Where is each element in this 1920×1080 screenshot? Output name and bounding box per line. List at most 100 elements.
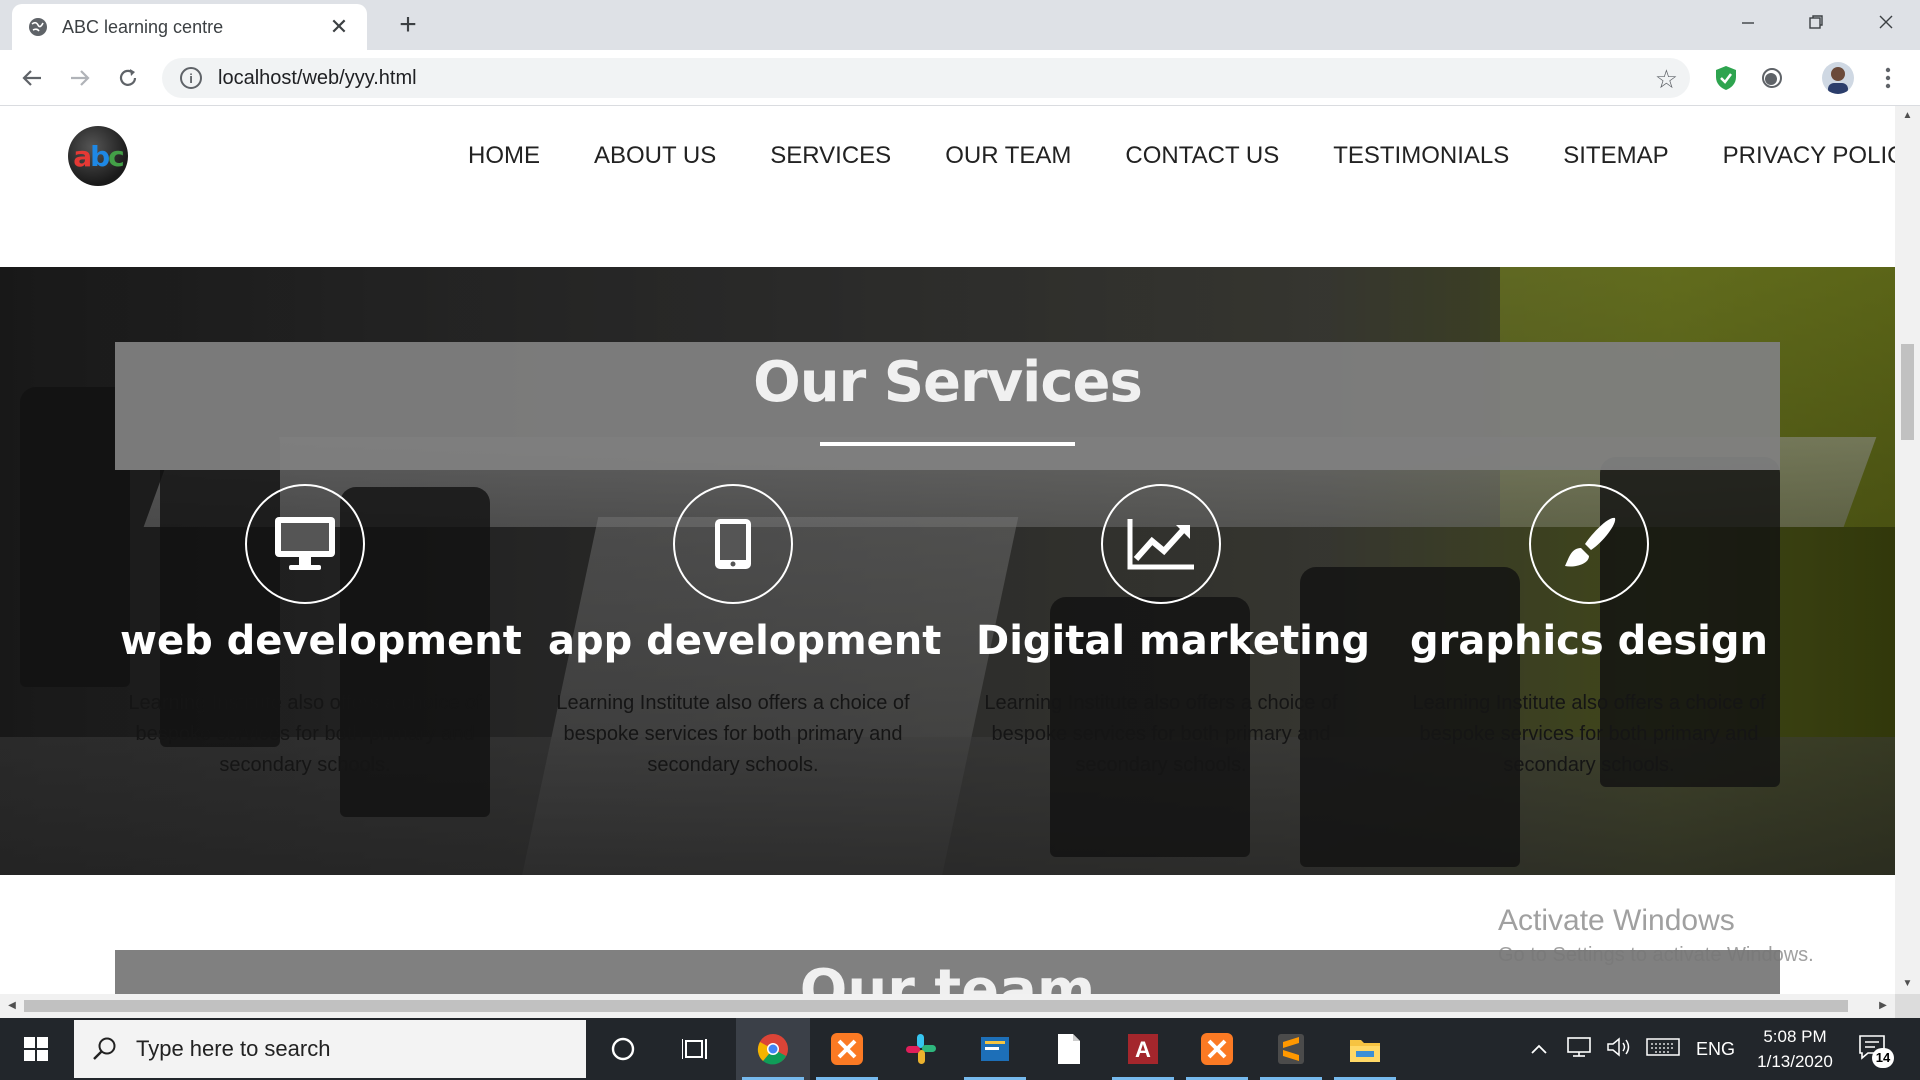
info-icon[interactable]: i — [180, 67, 202, 89]
search-icon — [93, 1037, 116, 1060]
system-clock[interactable]: 5:08 PM 1/13/2020 — [1740, 1024, 1850, 1074]
access-icon: A — [1128, 1034, 1158, 1064]
browser-toolbar: i localhost/web/yyy.html ☆ — [0, 50, 1920, 106]
scroll-up-arrow[interactable]: ▲ — [1895, 106, 1920, 126]
volume-icon[interactable] — [1606, 1036, 1632, 1063]
activate-windows-watermark: Activate Windows Go to Settings to activ… — [1498, 904, 1814, 966]
new-tab-button[interactable]: + — [392, 10, 424, 42]
tab-close-button[interactable]: ✕ — [327, 14, 351, 40]
services-heading: Our Services — [753, 350, 1143, 415]
xampp-icon — [831, 1033, 863, 1065]
xampp-icon — [1201, 1033, 1233, 1065]
minimize-button[interactable] — [1714, 0, 1782, 44]
horizontal-scrollbar[interactable]: ◀ ▶ — [0, 994, 1895, 1018]
browser-tab[interactable]: ABC learning centre ✕ — [12, 4, 367, 50]
main-nav: HOME ABOUT US SERVICES OUR TEAM CONTACT … — [468, 142, 1895, 170]
taskbar-app[interactable] — [958, 1018, 1032, 1080]
nav-our-team[interactable]: OUR TEAM — [945, 142, 1071, 170]
notification-count-badge: 14 — [1872, 1048, 1894, 1068]
scroll-left-arrow[interactable]: ◀ — [0, 994, 24, 1018]
service-card: Digital marketing Learning Institute als… — [976, 484, 1371, 781]
background-chair — [20, 387, 130, 687]
page-viewport: abc HOME ABOUT US SERVICES OUR TEAM CONT… — [0, 106, 1895, 994]
tablet-icon — [673, 484, 793, 604]
taskbar-slack[interactable] — [884, 1018, 958, 1080]
windows-logo-icon — [24, 1037, 48, 1061]
scrollbar-corner — [1895, 994, 1920, 1018]
reload-button[interactable] — [112, 62, 144, 94]
taskbar-xampp-2[interactable] — [1180, 1018, 1254, 1080]
heading-underline — [820, 442, 1075, 446]
nav-contact-us[interactable]: CONTACT US — [1125, 142, 1279, 170]
vertical-scrollbar[interactable]: ▲ ▼ — [1895, 106, 1920, 994]
scroll-thumb[interactable] — [24, 1000, 1848, 1012]
globe-icon — [28, 17, 48, 37]
scroll-right-arrow[interactable]: ▶ — [1871, 994, 1895, 1018]
bookmark-star-icon[interactable]: ☆ — [1655, 64, 1678, 95]
svg-text:A: A — [1135, 1037, 1151, 1062]
nav-testimonials[interactable]: TESTIMONIALS — [1333, 142, 1509, 170]
nav-services[interactable]: SERVICES — [770, 142, 891, 170]
close-icon — [1879, 15, 1893, 29]
nav-home[interactable]: HOME — [468, 142, 540, 170]
chrome-icon — [757, 1034, 788, 1065]
service-card: web development Learning Institute also … — [120, 484, 522, 781]
service-description: Learning Institute also offers a choice … — [556, 692, 910, 776]
language-indicator[interactable]: ENG — [1696, 1039, 1735, 1060]
keyboard-icon[interactable] — [1646, 1036, 1680, 1063]
service-description: Learning Institute also offers a choice … — [1412, 692, 1766, 776]
scroll-thumb[interactable] — [1901, 344, 1914, 440]
arrow-left-icon — [22, 70, 41, 86]
taskbar-sublime[interactable] — [1254, 1018, 1328, 1080]
service-description: Learning Institute also offers a choice … — [984, 692, 1338, 776]
forward-button[interactable] — [64, 62, 96, 94]
tab-title: ABC learning centre — [62, 16, 224, 37]
close-window-button[interactable] — [1852, 0, 1920, 44]
clock-date: 1/13/2020 — [1757, 1052, 1833, 1071]
service-card: graphics design Learning Institute also … — [1404, 484, 1774, 781]
task-view-button[interactable] — [660, 1018, 734, 1080]
network-icon[interactable] — [1566, 1036, 1592, 1063]
minimize-icon — [1742, 22, 1754, 24]
profile-avatar[interactable] — [1822, 62, 1854, 94]
service-title: graphics design — [1409, 618, 1768, 664]
design-app-icon — [981, 1037, 1009, 1061]
nav-about-us[interactable]: ABOUT US — [594, 142, 716, 170]
taskbar-access[interactable]: A — [1106, 1018, 1180, 1080]
action-center-button[interactable]: 14 — [1858, 1034, 1894, 1068]
url-text[interactable]: localhost/web/yyy.html — [218, 67, 417, 90]
site-logo[interactable]: abc — [68, 126, 128, 186]
browser-tab-strip: ABC learning centre ✕ + — [0, 0, 1920, 50]
service-description: Learning Institute also offers a choice … — [128, 692, 482, 776]
taskbar-file-explorer[interactable] — [1328, 1018, 1402, 1080]
cortana-icon — [611, 1037, 635, 1061]
back-button[interactable] — [16, 62, 48, 94]
service-title: web development — [120, 618, 522, 664]
scroll-down-arrow[interactable]: ▼ — [1895, 974, 1920, 994]
start-button[interactable] — [0, 1018, 72, 1080]
line-chart-icon — [1101, 484, 1221, 604]
restore-button[interactable] — [1782, 0, 1850, 44]
windows-taskbar: Type here to search A ENG 5:08 PM 1/13/2… — [0, 1018, 1920, 1080]
taskbar-search-box[interactable]: Type here to search — [74, 1020, 586, 1078]
nav-sitemap[interactable]: SITEMAP — [1563, 142, 1668, 170]
task-view-icon — [682, 1039, 707, 1059]
extension-circle-icon[interactable] — [1758, 64, 1786, 92]
paint-brush-icon — [1529, 484, 1649, 604]
taskbar-file[interactable] — [1032, 1018, 1106, 1080]
sublime-text-icon — [1278, 1034, 1304, 1064]
taskbar-xampp[interactable] — [810, 1018, 884, 1080]
services-title-banner: Our Services — [115, 342, 1780, 470]
shield-extension-icon[interactable] — [1712, 64, 1740, 92]
desktop-icon — [245, 484, 365, 604]
nav-privacy-policy[interactable]: PRIVACY POLICY — [1723, 142, 1895, 170]
arrow-right-icon — [71, 70, 90, 86]
address-bar[interactable]: i localhost/web/yyy.html ☆ — [162, 58, 1690, 98]
reload-icon — [119, 69, 137, 86]
taskbar-chrome[interactable] — [736, 1018, 810, 1080]
chevron-up-icon[interactable] — [1530, 1039, 1548, 1060]
cortana-button[interactable] — [586, 1018, 660, 1080]
service-title: Digital marketing — [976, 618, 1371, 664]
system-tray: ENG — [1530, 1018, 1735, 1080]
more-menu-button[interactable] — [1872, 62, 1904, 94]
